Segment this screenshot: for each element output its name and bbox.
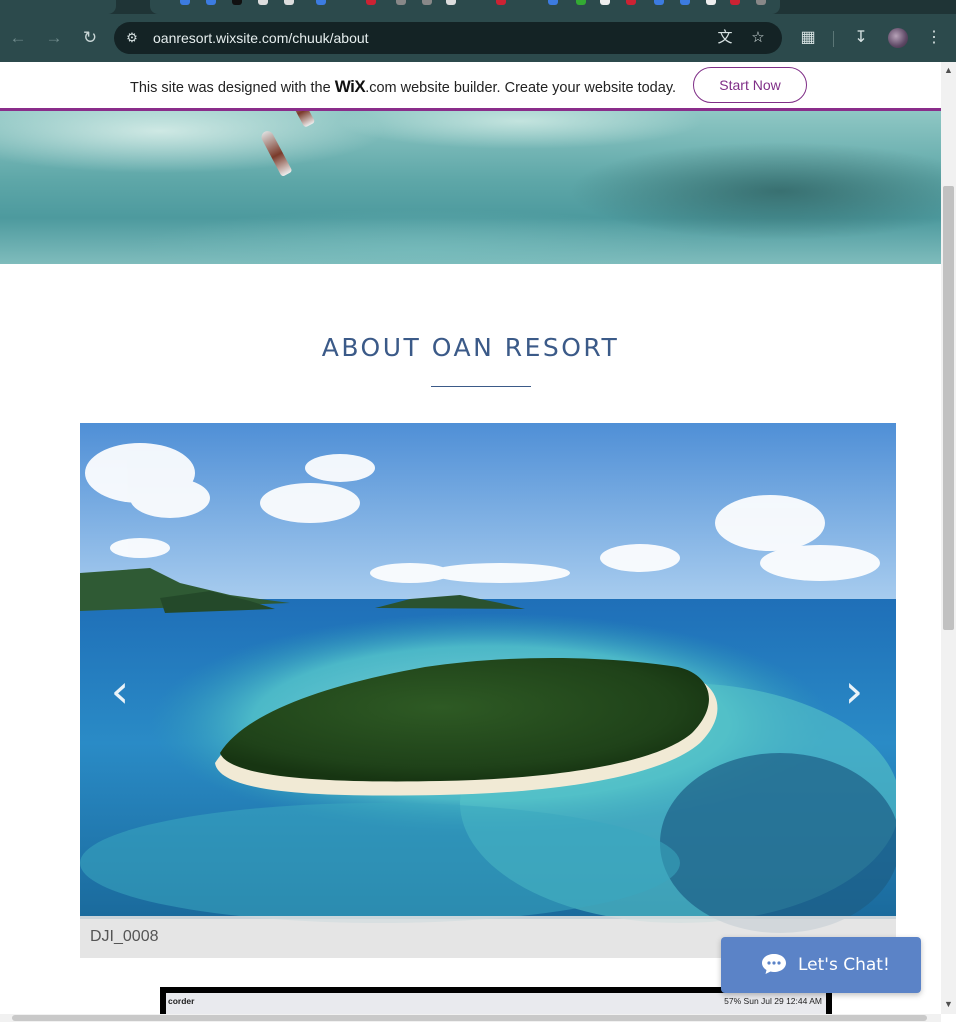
photo-caption: DJI_0008 [90,928,159,945]
arrow-right-icon[interactable]: → [42,26,66,50]
translate-icon[interactable]: 文 [715,29,735,47]
bookmarks-favicons [150,0,780,14]
wix-promo-banner: This site was designed with the WiX.com … [0,62,941,111]
chat-label: Let's Chat! [798,955,890,975]
favicon[interactable] [446,0,456,5]
favicon[interactable] [706,0,716,5]
start-now-button[interactable]: Start Now [693,67,807,103]
page-title: ABOUT OAN RESORT [321,333,620,362]
puzzle-icon[interactable]: ▦ [797,27,819,49]
screenshot-status-text: 57% Sun Jul 29 12:44 AM [724,996,822,1006]
kebab-menu-icon[interactable]: ⋮ [923,27,945,49]
scroll-up-icon[interactable]: ▲ [941,64,956,76]
favicon[interactable] [422,0,432,5]
url-text[interactable]: oanresort.wixsite.com/chuuk/about [153,30,369,46]
scroll-down-icon[interactable]: ▼ [941,998,956,1010]
boat-image [259,128,293,178]
page-root: ← → ↻ ⚙ oanresort.wixsite.com/chuuk/abou… [0,0,956,1022]
favicon[interactable] [366,0,376,5]
favicon[interactable] [258,0,268,5]
arrow-left-icon[interactable]: ← [6,26,30,50]
horizontal-scroll-thumb[interactable] [12,1015,927,1021]
wix-banner-text: This site was designed with the WiX.com … [130,77,676,97]
favicon[interactable] [316,0,326,5]
chevron-left-icon[interactable]: ‹ [100,668,140,714]
favicon[interactable] [626,0,636,5]
browser-active-tab[interactable] [0,0,116,14]
browser-toolbar: ← → ↻ ⚙ oanresort.wixsite.com/chuuk/abou… [0,14,956,62]
wix-banner-text-before: This site was designed with the [130,80,335,96]
favicon[interactable] [180,0,190,5]
favicon[interactable] [730,0,740,5]
horizontal-scrollbar[interactable] [0,1014,941,1022]
hero-ocean-image [0,111,941,264]
screenshot-menubar: corder 57% Sun Jul 29 12:44 AM [166,993,826,1014]
star-icon[interactable]: ☆ [748,29,768,47]
toolbar-divider [833,31,834,47]
island-photo [80,423,896,933]
favicon[interactable] [232,0,242,5]
favicon[interactable] [654,0,664,5]
tune-icon[interactable]: ⚙ [124,30,140,46]
vertical-scrollbar[interactable]: ▲ ▼ [941,62,956,1014]
chat-button[interactable]: Let's Chat! [721,937,921,993]
address-bar[interactable]: ⚙ oanresort.wixsite.com/chuuk/about 文 ☆ [114,22,782,54]
favicon[interactable] [548,0,558,5]
favicon[interactable] [496,0,506,5]
reload-icon[interactable]: ↻ [78,26,102,50]
wix-logo[interactable]: WiX [335,77,366,96]
favicon[interactable] [284,0,294,5]
favicon[interactable] [680,0,690,5]
browser-tab-strip [0,0,956,14]
title-divider [431,386,531,387]
profile-avatar[interactable] [888,28,908,48]
favicon[interactable] [576,0,586,5]
chat-bubble-icon [762,954,786,974]
scroll-thumb[interactable] [943,186,954,630]
photo-gallery[interactable]: ‹ › DJI_0008 [80,423,896,958]
wix-banner-text-after: .com website builder. Create your websit… [365,80,677,96]
favicon[interactable] [206,0,216,5]
favicon[interactable] [600,0,610,5]
favicon[interactable] [756,0,766,5]
favicon[interactable] [396,0,406,5]
download-icon[interactable]: ↧ [850,27,872,49]
chevron-right-icon[interactable]: › [834,668,874,714]
boat-image [288,111,316,128]
screenshot-app-name: corder [168,996,195,1006]
